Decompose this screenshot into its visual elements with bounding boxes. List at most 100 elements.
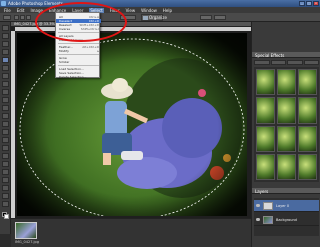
visibility-eye-icon[interactable] bbox=[256, 218, 260, 221]
type-tool-icon[interactable] bbox=[2, 89, 9, 95]
selection-brush-tool-icon[interactable] bbox=[2, 81, 9, 87]
tab-photo-effects[interactable] bbox=[287, 60, 303, 65]
layers-list: Layer 0 Background bbox=[254, 198, 319, 236]
sponge-tool-icon[interactable] bbox=[2, 201, 9, 207]
menu-separator bbox=[58, 43, 99, 44]
effect-thumbnail[interactable] bbox=[277, 153, 296, 180]
organize-button[interactable]: Organize bbox=[141, 14, 167, 21]
effect-thumbnail[interactable] bbox=[256, 153, 275, 180]
minimize-button[interactable]: _ bbox=[299, 1, 305, 6]
organizer-icon bbox=[143, 16, 148, 20]
effect-thumbnail[interactable] bbox=[256, 69, 275, 96]
healing-brush-tool-icon[interactable] bbox=[2, 129, 9, 135]
menu-filter[interactable]: Filter bbox=[110, 8, 120, 13]
submenu-arrow-icon: ▸ bbox=[97, 49, 99, 53]
layers-panel-header[interactable]: Layers bbox=[252, 188, 320, 194]
menu-item-label: Modify bbox=[59, 49, 69, 53]
tab-filters[interactable] bbox=[254, 60, 270, 65]
menu-help[interactable]: Help bbox=[163, 8, 172, 13]
options-bar: Organize bbox=[0, 13, 320, 22]
vertical-ruler bbox=[11, 31, 15, 218]
layer-row[interactable]: Layer 0 bbox=[254, 200, 319, 212]
menu-window[interactable]: Window bbox=[141, 8, 157, 13]
menu-view[interactable]: View bbox=[126, 8, 136, 13]
eraser-tool-icon[interactable] bbox=[2, 145, 9, 151]
menu-separator bbox=[58, 54, 99, 55]
maximize-button[interactable]: □ bbox=[306, 1, 312, 6]
new-selection-mode[interactable] bbox=[14, 15, 19, 20]
blur-tool-icon[interactable] bbox=[2, 193, 9, 199]
clone-stamp-tool-icon[interactable] bbox=[2, 137, 9, 143]
straighten-tool-icon[interactable] bbox=[2, 113, 9, 119]
add-selection-mode[interactable] bbox=[20, 15, 25, 20]
effect-thumbnail[interactable] bbox=[298, 97, 317, 124]
effect-thumbnail[interactable] bbox=[298, 153, 317, 180]
menu-item-inverse[interactable]: Inverse Shift+Ctrl+I bbox=[56, 27, 101, 31]
menu-item-deselect-layers[interactable]: Deselect Layers bbox=[56, 38, 101, 42]
effect-thumbnail[interactable] bbox=[256, 97, 275, 124]
tools-panel bbox=[0, 22, 11, 234]
lasso-tool-icon[interactable] bbox=[2, 65, 9, 71]
cookie-cutter-tool-icon[interactable] bbox=[2, 105, 9, 111]
pencil-tool-icon[interactable] bbox=[2, 153, 9, 159]
menu-image[interactable]: Image bbox=[30, 8, 43, 13]
tab-layer-styles[interactable] bbox=[270, 60, 286, 65]
background-color-swatch[interactable] bbox=[4, 214, 9, 219]
workspace-toggle[interactable] bbox=[200, 15, 212, 20]
select-menu-dropdown: All Ctrl+A Deselect Ctrl+D Reselect Shift+C… bbox=[55, 12, 101, 79]
hand-tool-icon[interactable] bbox=[2, 41, 9, 47]
effect-thumbnail[interactable] bbox=[298, 125, 317, 152]
menu-item-modify[interactable]: Modify ▸ bbox=[56, 49, 101, 53]
menu-item-shortcut: Shift+Ctrl+I bbox=[80, 27, 99, 31]
layer-row[interactable]: Background bbox=[254, 214, 319, 226]
effects-panel-title: Special Effects bbox=[255, 53, 285, 58]
brush-tool-icon[interactable] bbox=[2, 161, 9, 167]
menu-edit[interactable]: Edit bbox=[17, 8, 25, 13]
eyedropper-tool-icon[interactable] bbox=[2, 49, 9, 55]
document-image[interactable] bbox=[17, 33, 247, 216]
layer-thumbnail bbox=[263, 202, 273, 210]
canvas-area: IMG_0427.jpg @ 33.3% (Layer 0, RGB/8) bbox=[11, 22, 251, 218]
menu-item-label: Deselect Layers bbox=[59, 38, 83, 42]
layers-panel-title: Layers bbox=[255, 189, 269, 194]
organize-label: Organize bbox=[149, 15, 167, 20]
gradient-tool-icon[interactable] bbox=[2, 177, 9, 183]
menu-item-similar[interactable]: Similar bbox=[56, 60, 101, 64]
subtract-selection-mode[interactable] bbox=[26, 15, 31, 20]
paint-bucket-tool-icon[interactable] bbox=[2, 169, 9, 175]
window-title: Adobe Photoshop Elements bbox=[8, 1, 63, 6]
refine-edge-button[interactable] bbox=[120, 15, 136, 20]
menu-separator bbox=[58, 32, 99, 33]
effects-panel-header[interactable]: Special Effects bbox=[252, 52, 320, 58]
project-bin-thumbnail[interactable] bbox=[15, 222, 37, 239]
visibility-eye-icon[interactable] bbox=[256, 204, 260, 207]
close-button[interactable]: × bbox=[313, 1, 319, 6]
create-button[interactable] bbox=[214, 15, 226, 20]
app-icon bbox=[1, 1, 6, 6]
effects-grid bbox=[254, 67, 319, 182]
tab-all[interactable] bbox=[303, 60, 319, 65]
photo-canvas bbox=[17, 33, 247, 216]
menu-item-label: Similar bbox=[59, 60, 70, 64]
tool-preset-picker[interactable] bbox=[3, 15, 11, 20]
zoom-tool-icon[interactable] bbox=[2, 33, 9, 39]
layer-name: Background bbox=[276, 218, 297, 222]
effect-thumbnail[interactable] bbox=[277, 97, 296, 124]
window-controls: _ □ × bbox=[299, 1, 319, 6]
effect-thumbnail[interactable] bbox=[256, 125, 275, 152]
marquee-tool-icon[interactable] bbox=[2, 57, 9, 63]
crop-tool-icon[interactable] bbox=[2, 97, 9, 103]
shape-tool-icon[interactable] bbox=[2, 185, 9, 191]
magic-wand-tool-icon[interactable] bbox=[2, 73, 9, 79]
effect-thumbnail[interactable] bbox=[298, 69, 317, 96]
menu-item-delete-selection[interactable]: Delete Selection... bbox=[56, 75, 101, 79]
project-bin: IMG_0427.jpg bbox=[11, 218, 251, 247]
menu-item-label: Delete Selection... bbox=[59, 75, 87, 79]
menu-item-label: Inverse bbox=[59, 27, 71, 31]
effect-thumbnail[interactable] bbox=[277, 69, 296, 96]
effects-tabs bbox=[254, 60, 319, 65]
menu-file[interactable]: File bbox=[4, 8, 11, 13]
red-eye-tool-icon[interactable] bbox=[2, 121, 9, 127]
effect-thumbnail[interactable] bbox=[277, 125, 296, 152]
move-tool-icon[interactable] bbox=[2, 25, 9, 31]
